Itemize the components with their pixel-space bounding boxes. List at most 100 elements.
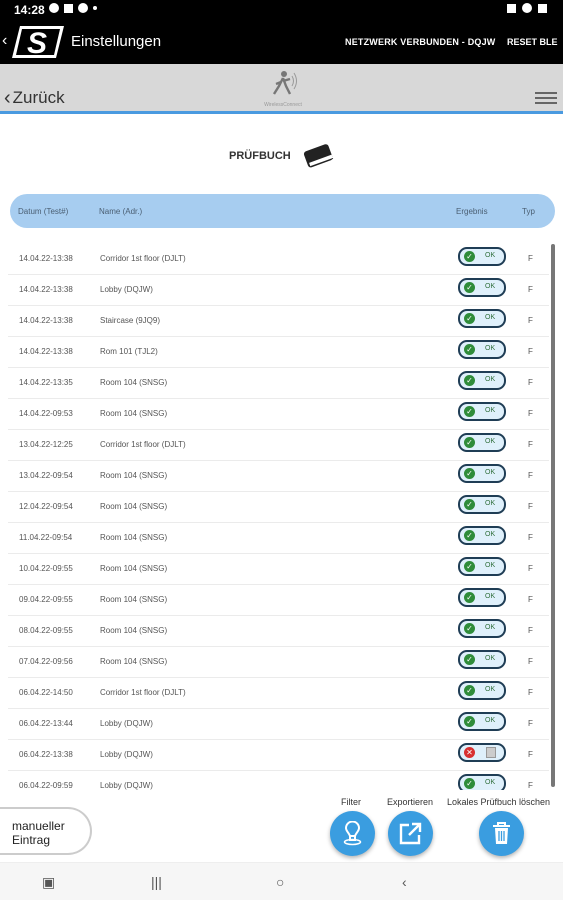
row-name: Room 104 (SNSG) <box>100 626 168 635</box>
table-row[interactable]: 13.04.22-09:54 Room 104 (SNSG) ✓ OK F <box>8 461 549 492</box>
row-date: 10.04.22-09:55 <box>19 564 73 573</box>
back-button[interactable]: ‹ Zurück <box>4 88 65 108</box>
status-system-icons <box>507 3 547 13</box>
check-icon: ✓ <box>464 313 475 324</box>
home-icon[interactable]: ○ <box>276 874 284 890</box>
row-date: 14.04.22-13:38 <box>19 347 73 356</box>
row-name: Lobby (DQJW) <box>100 285 153 294</box>
result-ok-badge: ✓ OK <box>458 278 506 297</box>
result-ok-badge: ✓ OK <box>458 371 506 390</box>
brand-logo-icon: S <box>12 26 64 60</box>
row-date: 06.04.22-14:50 <box>19 688 73 697</box>
header-result: Ergebnis <box>456 207 488 216</box>
reset-ble-button[interactable]: RESET BLE <box>507 37 558 47</box>
result-ok-label: OK <box>485 345 496 352</box>
check-icon: ✓ <box>464 499 475 510</box>
result-ok-badge: ✓ OK <box>458 681 506 700</box>
page-title: PRÜFBUCH <box>229 150 291 162</box>
row-date: 14.04.22-13:38 <box>19 316 73 325</box>
row-name: Room 104 (SNSG) <box>100 533 168 542</box>
result-ok-badge: ✓ OK <box>458 495 506 514</box>
table-row[interactable]: 14.04.22-13:38 Staircase (9JQ9) ✓ OK F <box>8 306 549 337</box>
export-button[interactable] <box>388 811 433 856</box>
table-row[interactable]: 09.04.22-09:55 Room 104 (SNSG) ✓ OK F <box>8 585 549 616</box>
more-dot-icon <box>93 6 97 10</box>
result-ok-badge: ✓ OK <box>458 557 506 576</box>
delete-log-button[interactable] <box>479 811 524 856</box>
result-ok-label: OK <box>485 469 496 476</box>
app-back-chevron-icon[interactable]: ‹ <box>2 32 7 50</box>
check-icon: ✓ <box>464 251 475 262</box>
check-icon: ✓ <box>464 592 475 603</box>
row-name: Room 104 (SNSG) <box>100 471 168 480</box>
result-ok-badge: ✓ OK <box>458 650 506 669</box>
vibrate-icon <box>507 3 516 13</box>
list-scrollbar[interactable] <box>551 244 555 787</box>
system-back-icon[interactable]: ‹ <box>402 874 407 890</box>
manual-entry-label-line2: Eintrag <box>12 833 51 847</box>
row-name: Corridor 1st floor (DJLT) <box>100 688 186 697</box>
check-icon: ✓ <box>464 468 475 479</box>
image-icon <box>64 3 73 13</box>
row-name: Room 104 (SNSG) <box>100 595 168 604</box>
row-date: 12.04.22-09:54 <box>19 502 73 511</box>
result-ok-label: OK <box>485 376 496 383</box>
check-icon: ✓ <box>464 406 475 417</box>
row-date: 14.04.22-13:38 <box>19 285 73 294</box>
row-type: F <box>528 471 533 480</box>
table-row[interactable]: 07.04.22-09:56 Room 104 (SNSG) ✓ OK F <box>8 647 549 678</box>
book-icon <box>303 144 334 168</box>
status-time: 14:28 <box>14 3 45 17</box>
nav-bar: ‹ Zurück WirelessConnect <box>0 64 563 114</box>
table-row[interactable]: 06.04.22-14:50 Corridor 1st floor (DJLT) ✓… <box>8 678 549 709</box>
result-ok-badge: ✓ OK <box>458 588 506 607</box>
test-log-list[interactable]: 14.04.22-13:38 Corridor 1st floor (DJLT) ✓… <box>8 244 549 790</box>
table-row[interactable]: 06.04.22-13:38 Lobby (DQJW) ✕ F <box>8 740 549 771</box>
table-row[interactable]: 14.04.22-13:38 Lobby (DQJW) ✓ OK F <box>8 275 549 306</box>
table-row[interactable]: 14.04.22-13:38 Corridor 1st floor (DJLT) ✓… <box>8 244 549 275</box>
export-label: Exportieren <box>387 797 434 807</box>
table-row[interactable]: 11.04.22-09:54 Room 104 (SNSG) ✓ OK F <box>8 523 549 554</box>
filter-button[interactable] <box>330 811 375 856</box>
wireless-connect-logo: WirelessConnect <box>253 70 313 110</box>
manual-entry-label-line1: manueller <box>12 819 65 833</box>
table-row[interactable]: 08.04.22-09:55 Room 104 (SNSG) ✓ OK F <box>8 616 549 647</box>
table-header: Datum (Test#) Name (Adr.) Ergebnis Typ <box>10 194 555 228</box>
recent-apps-icon[interactable]: ||| <box>151 874 162 890</box>
row-name: Rom 101 (TJL2) <box>100 347 158 356</box>
menu-icon[interactable] <box>535 92 557 106</box>
row-type: F <box>528 781 533 790</box>
result-ok-badge: ✓ OK <box>458 619 506 638</box>
table-row[interactable]: 06.04.22-13:44 Lobby (DQJW) ✓ OK F <box>8 709 549 740</box>
network-status[interactable]: NETZWERK VERBUNDEN - DQJW <box>345 37 496 47</box>
running-man-icon <box>272 71 297 95</box>
row-type: F <box>528 533 533 542</box>
screenshot-icon[interactable]: ▣ <box>42 874 55 891</box>
row-type: F <box>528 440 533 449</box>
system-nav-bar: ▣ ||| ○ ‹ <box>0 862 563 900</box>
row-type: F <box>528 347 533 356</box>
row-type: F <box>528 285 533 294</box>
table-row[interactable]: 12.04.22-09:54 Room 104 (SNSG) ✓ OK F <box>8 492 549 523</box>
result-ok-label: OK <box>485 407 496 414</box>
row-type: F <box>528 378 533 387</box>
row-date: 11.04.22-09:54 <box>19 533 73 542</box>
table-row[interactable]: 14.04.22-13:38 Rom 101 (TJL2) ✓ OK F <box>8 337 549 368</box>
table-row[interactable]: 10.04.22-09:55 Room 104 (SNSG) ✓ OK F <box>8 554 549 585</box>
row-date: 08.04.22-09:55 <box>19 626 73 635</box>
table-row[interactable]: 06.04.22-09:59 Lobby (DQJW) ✓ OK F <box>8 771 549 790</box>
check-icon: ✓ <box>464 685 475 696</box>
check-icon: ✓ <box>464 623 475 634</box>
table-row[interactable]: 14.04.22-09:53 Room 104 (SNSG) ✓ OK F <box>8 399 549 430</box>
manual-entry-button[interactable]: manueller Eintrag <box>0 807 92 855</box>
table-row[interactable]: 13.04.22-12:25 Corridor 1st floor (DJLT) ✓… <box>8 430 549 461</box>
header-name: Name (Adr.) <box>99 207 143 216</box>
table-row[interactable]: 14.04.22-13:35 Room 104 (SNSG) ✓ OK F <box>8 368 549 399</box>
row-date: 14.04.22-13:38 <box>19 254 73 263</box>
row-type: F <box>528 409 533 418</box>
result-ok-label: OK <box>485 655 496 662</box>
row-type: F <box>528 719 533 728</box>
row-name: Corridor 1st floor (DJLT) <box>100 440 186 449</box>
row-date: 09.04.22-09:55 <box>19 595 73 604</box>
row-name: Room 104 (SNSG) <box>100 564 168 573</box>
